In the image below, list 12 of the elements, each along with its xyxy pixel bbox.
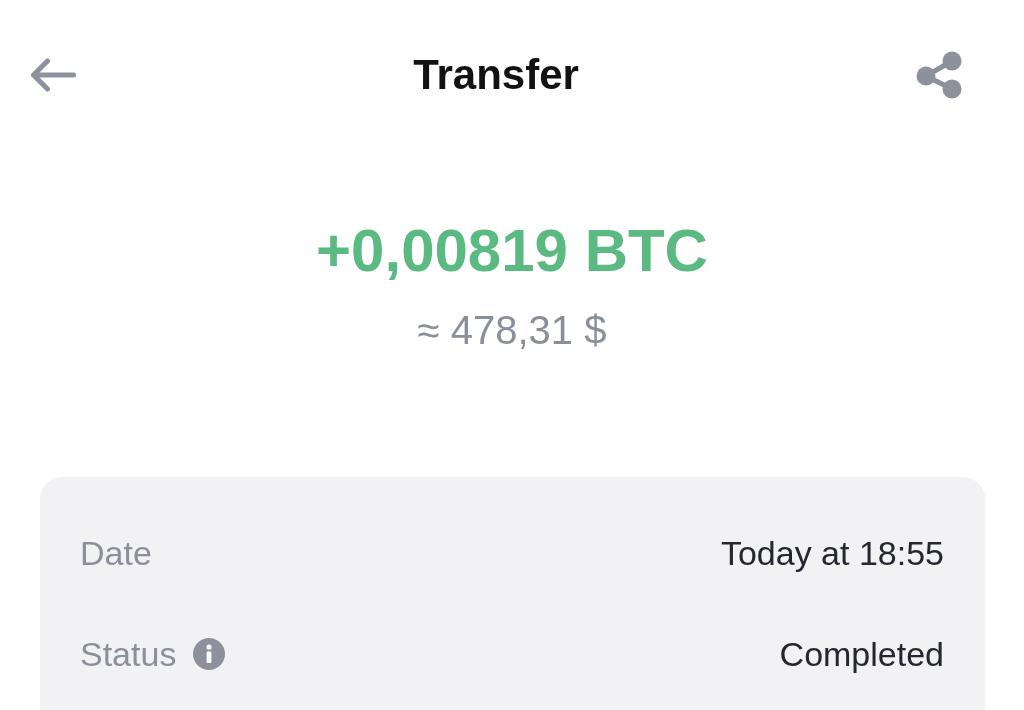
detail-label: Status	[80, 633, 177, 675]
info-icon[interactable]	[193, 637, 226, 670]
back-button[interactable]	[30, 58, 76, 92]
crypto-amount: +0,00819 BTC	[316, 216, 708, 286]
page-title: Transfer	[413, 50, 579, 100]
share-icon	[916, 51, 962, 99]
back-arrow-icon	[30, 58, 76, 92]
fiat-amount: ≈ 478,31 $	[417, 307, 607, 354]
detail-value: Today at 18:55	[720, 532, 944, 574]
detail-label: Date	[80, 532, 152, 574]
detail-value: Completed	[779, 633, 944, 675]
share-button[interactable]	[916, 51, 962, 99]
